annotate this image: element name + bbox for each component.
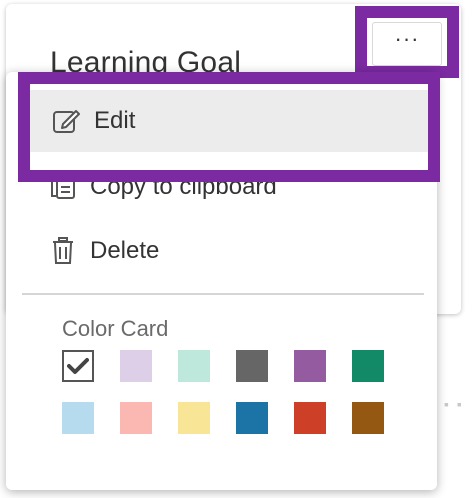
color-swatch-white[interactable] xyxy=(62,350,94,382)
checkmark-icon xyxy=(67,358,89,374)
clipboard-icon xyxy=(48,172,78,202)
color-swatch-red[interactable] xyxy=(294,402,326,434)
color-swatch-purple[interactable] xyxy=(294,350,326,382)
color-swatch-blue[interactable] xyxy=(236,402,268,434)
menu-item-copy[interactable]: Copy to clipboard xyxy=(6,156,437,218)
menu-item-label: Edit xyxy=(94,107,136,134)
color-swatch-gray[interactable] xyxy=(236,350,268,382)
color-swatch-mint[interactable] xyxy=(178,350,210,382)
decorative-dashes: ▪ ▪ xyxy=(444,396,464,412)
color-swatch-pink[interactable] xyxy=(120,402,152,434)
color-swatch-light-blue[interactable] xyxy=(62,402,94,434)
color-card-label: Color Card xyxy=(62,316,169,341)
color-swatch-brown[interactable] xyxy=(352,402,384,434)
edit-icon xyxy=(52,106,82,136)
menu-item-edit[interactable]: Edit xyxy=(30,90,430,152)
menu-item-label: Copy to clipboard xyxy=(90,173,277,200)
color-swatch-lavender[interactable] xyxy=(120,350,152,382)
card-options-menu: Edit Copy to clipboard Delete Color Card xyxy=(6,72,437,490)
menu-item-label: Delete xyxy=(90,237,160,264)
more-options-button[interactable]: ··· xyxy=(372,22,442,66)
menu-divider xyxy=(22,293,424,295)
ellipsis-icon: ··· xyxy=(394,26,420,51)
color-swatch-yellow[interactable] xyxy=(178,402,210,434)
trash-icon xyxy=(48,236,78,266)
color-swatch-green[interactable] xyxy=(352,350,384,382)
menu-item-delete[interactable]: Delete xyxy=(6,220,437,282)
